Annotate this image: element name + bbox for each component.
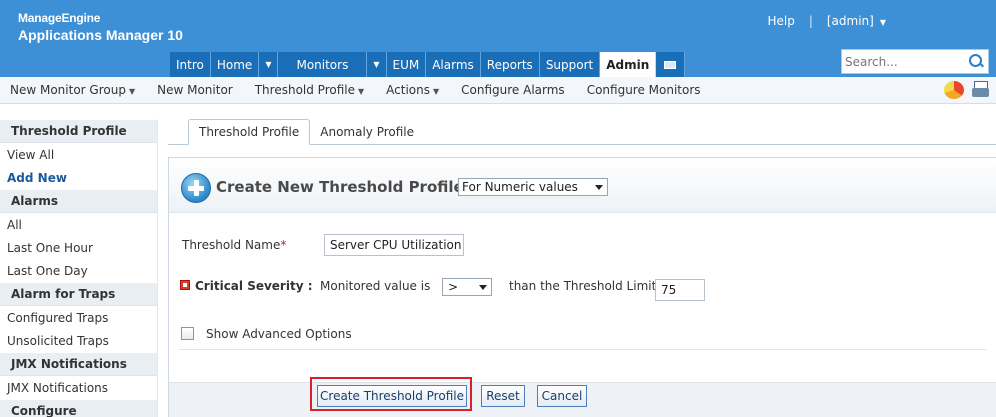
sidebar: Threshold Profile View All Add New Alarm… (0, 119, 158, 417)
user-menu[interactable]: [admin] ▼ (827, 14, 886, 28)
sidebar-item-jmx-notifications[interactable]: JMX Notifications (0, 376, 157, 399)
configure-monitors-link[interactable]: Configure Monitors (577, 83, 713, 97)
tab-support[interactable]: Support (539, 52, 601, 77)
profile-tabs: Threshold Profile Anomaly Profile (188, 119, 424, 145)
create-threshold-profile-button[interactable]: Create Threshold Profile (317, 385, 467, 407)
tab-home[interactable]: Home (210, 52, 260, 77)
search-input[interactable] (845, 53, 963, 70)
sidebar-item-configured-traps[interactable]: Configured Traps (0, 306, 157, 329)
sidebar-item-last-one-hour[interactable]: Last One Hour (0, 236, 157, 259)
new-monitor-group-menu[interactable]: New Monitor Group ▼ (0, 83, 147, 97)
sidebar-item-add-new[interactable]: Add New (0, 166, 157, 189)
search-icon[interactable] (969, 54, 983, 68)
help-link[interactable]: Help (767, 14, 794, 28)
form-divider (179, 349, 987, 350)
configure-alarms-link[interactable]: Configure Alarms (451, 83, 577, 97)
threshold-limit-field[interactable]: 75 (655, 279, 705, 301)
required-mark: * (280, 238, 287, 252)
product-name: Applications Manager 10 (18, 27, 183, 43)
operator-selected: > (448, 280, 459, 294)
tab-anomaly-profile[interactable]: Anomaly Profile (310, 119, 424, 145)
new-monitor-group-label: New Monitor Group (10, 83, 126, 97)
home-dropdown-arrow-icon[interactable]: ▼ (259, 52, 279, 77)
sidebar-item-view-all[interactable]: View All (0, 143, 157, 166)
monitored-value-label: Monitored value is (320, 279, 431, 293)
threshold-name-label: Threshold Name* (182, 238, 286, 252)
than-threshold-label: than the Threshold Limit (509, 279, 657, 293)
chevron-down-icon (479, 285, 487, 290)
show-advanced-checkbox[interactable] (181, 327, 194, 340)
user-name: [admin] (826, 14, 874, 28)
new-monitor-label: New Monitor (157, 83, 233, 97)
new-monitor-link[interactable]: New Monitor (147, 83, 245, 97)
chevron-down-icon (595, 185, 603, 190)
sidebar-item-unsolicited-traps[interactable]: Unsolicited Traps (0, 329, 157, 352)
search-box (841, 49, 989, 74)
header-separator: | (808, 14, 813, 28)
add-circle-icon (181, 173, 211, 203)
printer-icon[interactable] (972, 81, 990, 99)
critical-severity-icon (180, 280, 190, 290)
sidebar-section-threshold-profile: Threshold Profile (0, 119, 157, 143)
actions-menu[interactable]: Actions ▼ (376, 83, 451, 97)
admin-toolbar: New Monitor Group ▼ New Monitor Threshold… (0, 77, 996, 104)
tab-alarms[interactable]: Alarms (426, 52, 481, 77)
show-advanced-label[interactable]: Show Advanced Options (206, 327, 352, 341)
actions-label: Actions (386, 83, 430, 97)
vendor-name: ManageEngine (18, 11, 101, 25)
app-logo[interactable]: ManageEngine Applications Manager 10 (18, 11, 183, 43)
quick-note-icon[interactable] (656, 52, 686, 77)
panel-header: Create New Threshold Profile For Numeric… (169, 158, 996, 213)
create-threshold-panel: Create New Threshold Profile For Numeric… (168, 157, 996, 417)
sidebar-section-alarm-for-traps: Alarm for Traps (0, 282, 157, 306)
pie-chart-icon[interactable] (944, 81, 964, 99)
value-type-selected: For Numeric values (462, 180, 578, 194)
threshold-name-field[interactable]: Server CPU Utilization (324, 234, 464, 256)
chevron-down-icon: ▼ (879, 18, 886, 27)
chevron-down-icon: ▼ (357, 87, 365, 96)
threshold-profile-label: Threshold Profile (254, 83, 355, 97)
main-nav: Intro Home ▼ Monitors ▼ EUM Alarms Repor… (170, 52, 686, 77)
tab-reports[interactable]: Reports (480, 52, 540, 77)
sidebar-section-configure: Configure (0, 399, 157, 417)
tab-admin[interactable]: Admin (600, 52, 657, 77)
sidebar-section-jmx-notifications: JMX Notifications (0, 352, 157, 376)
toolbar-icons (944, 81, 990, 99)
value-type-select[interactable]: For Numeric values (458, 178, 608, 196)
critical-severity-label: Critical Severity : (195, 279, 313, 293)
tab-eum[interactable]: EUM (386, 52, 427, 77)
threshold-profile-menu[interactable]: Threshold Profile ▼ (245, 83, 376, 97)
configure-monitors-label: Configure Monitors (586, 83, 701, 97)
monitors-dropdown-arrow-icon[interactable]: ▼ (367, 52, 387, 77)
operator-select[interactable]: > (442, 278, 492, 296)
chevron-down-icon: ▼ (128, 87, 136, 96)
sidebar-item-all[interactable]: All (0, 213, 157, 236)
tab-intro[interactable]: Intro (170, 52, 211, 77)
sidebar-section-alarms: Alarms (0, 189, 157, 213)
threshold-name-label-text: Threshold Name (182, 238, 281, 252)
page-title: Create New Threshold Profile (216, 178, 464, 196)
tab-threshold-profile[interactable]: Threshold Profile (188, 119, 311, 145)
header-links: Help | [admin] ▼ (767, 14, 886, 28)
app-header: ManageEngine Applications Manager 10 Hel… (0, 0, 996, 77)
reset-button[interactable]: Reset (481, 385, 525, 407)
sidebar-item-last-one-day[interactable]: Last One Day (0, 259, 157, 282)
tab-monitors[interactable]: Monitors (278, 52, 368, 77)
chevron-down-icon: ▼ (432, 87, 440, 96)
configure-alarms-label: Configure Alarms (461, 83, 565, 97)
cancel-button[interactable]: Cancel (537, 385, 587, 407)
